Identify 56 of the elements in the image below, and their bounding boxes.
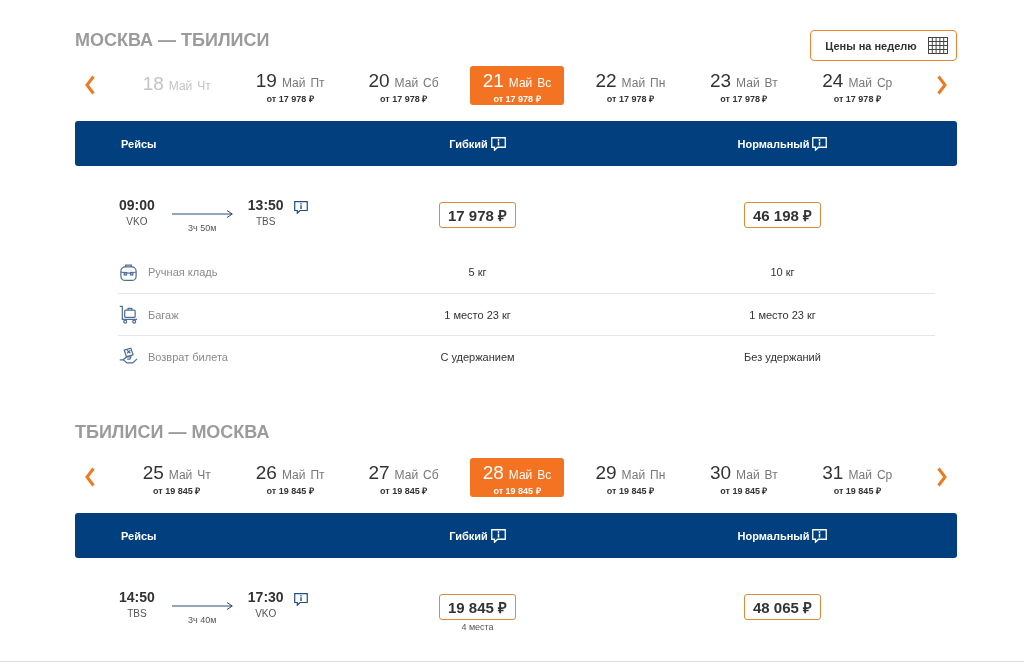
fare-price-button[interactable]: 19 845 ₽ — [438, 594, 516, 620]
seats-left: 4 места — [461, 622, 494, 633]
date-tab[interactable]: 26 Май Пт от 19 845 ₽ — [243, 457, 338, 497]
date-tab[interactable]: 30 Май Вт от 19 845 ₽ — [696, 457, 791, 497]
departure-time: 09:00 — [119, 197, 155, 213]
hand-ticket-icon — [119, 347, 138, 366]
fare-price-button[interactable]: 17 978 ₽ — [438, 202, 516, 228]
arrow-icon — [171, 602, 233, 610]
week-prices-button[interactable]: Цены на неделю — [810, 30, 957, 61]
date-tab[interactable]: 29 Май Пн от 19 845 ₽ — [583, 457, 678, 497]
amenity-value: Без удержаний — [744, 350, 821, 363]
route-title: МОСКВА — ТБИЛИСИ — [75, 31, 270, 49]
date-tab[interactable]: 24 Май Ср от 17 978 ₽ — [810, 65, 905, 105]
date-tab[interactable]: 22 Май Пн от 17 978 ₽ — [583, 65, 678, 105]
chevron-left-icon — [85, 467, 95, 487]
amenity-value: С удержанием — [440, 350, 515, 363]
date-tab[interactable]: 27 Май Сб от 19 845 ₽ — [356, 457, 451, 497]
date-tab[interactable]: 23 Май Вт от 17 978 ₽ — [696, 65, 791, 105]
amenity-label: Возврат билета — [148, 350, 228, 363]
arrival-time: 17:30 — [247, 589, 284, 605]
column-header: Нормальный — [737, 137, 810, 150]
fare-price-button[interactable]: 46 198 ₽ — [743, 202, 821, 228]
airport-code: VKO — [126, 216, 148, 228]
chevron-right-icon — [937, 467, 947, 487]
date-tab[interactable]: 19 Май Пт от 17 978 ₽ — [243, 65, 338, 105]
airport-code: TBS — [256, 216, 276, 228]
info-icon[interactable] — [293, 201, 308, 214]
flight-duration: 3ч 50м — [188, 223, 217, 233]
chevron-left-icon — [85, 75, 95, 95]
route-title: ТБИЛИСИ — МОСКВА — [75, 423, 270, 441]
amenity-label: Багаж — [148, 308, 179, 321]
suitcase-cart-icon — [119, 305, 138, 324]
column-header: Рейсы — [121, 529, 157, 542]
info-icon[interactable] — [293, 593, 308, 606]
amenity-label: Ручная кладь — [148, 266, 218, 278]
flight-duration: 3ч 40м — [188, 615, 217, 625]
calendar-grid-icon — [927, 37, 948, 54]
fare-price-button[interactable]: 48 065 ₽ — [743, 594, 821, 620]
chevron-right-icon — [937, 75, 947, 95]
date-tab[interactable]: 20 Май Сб от 17 978 ₽ — [356, 65, 451, 105]
column-header: Гибкий — [449, 529, 488, 542]
departure-time: 14:50 — [119, 589, 155, 605]
date-tab[interactable]: 25 Май Чт от 19 845 ₽ — [129, 457, 224, 497]
arrow-icon — [171, 210, 233, 218]
column-header: Нормальный — [737, 529, 810, 542]
amenity-value: 1 место 23 кг — [444, 308, 511, 321]
arrival-time: 13:50 — [247, 197, 284, 213]
airport-code: TBS — [127, 608, 147, 620]
backpack-icon — [119, 262, 138, 282]
amenity-value: 5 кг — [468, 266, 487, 278]
amenity-value: 10 кг — [770, 266, 795, 278]
date-tab[interactable]: 31 Май Ср от 19 845 ₽ — [810, 457, 905, 497]
airport-code: VKO — [255, 608, 277, 620]
amenity-value: 1 место 23 кг — [749, 308, 816, 321]
column-header: Рейсы — [121, 137, 157, 150]
column-header: Гибкий — [449, 137, 488, 150]
